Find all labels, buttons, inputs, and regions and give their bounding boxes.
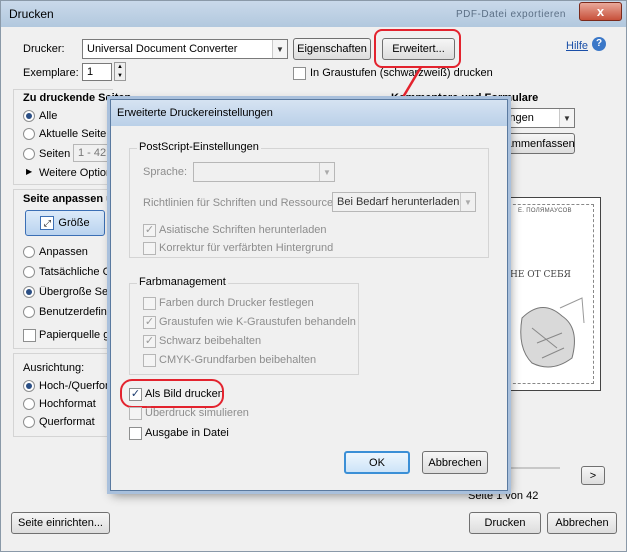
keep-black-label: Schwarz beibehalten: [159, 335, 262, 347]
pages-all-radio[interactable]: [23, 110, 35, 122]
copies-label: Exemplare:: [23, 67, 79, 79]
dialog-title: Erweiterte Druckereinstellungen: [117, 107, 273, 119]
size-button[interactable]: ⤢ Größe: [25, 210, 105, 236]
preview-illustration: [520, 297, 585, 368]
chevron-down-icon: ▼: [559, 109, 574, 127]
chevron-down-icon: ▼: [460, 193, 475, 211]
custom-scale-label: Benutzerdefinierter Maßstab: [39, 306, 109, 318]
landscape-radio[interactable]: [23, 416, 35, 428]
chevron-down-icon: ▼: [319, 163, 334, 181]
landscape-label: Querformat: [39, 416, 95, 428]
custom-scale-radio[interactable]: [23, 306, 35, 318]
postscript-title: PostScript-Einstellungen: [137, 141, 261, 153]
auto-orientation-label: Hoch-/Querformat automatisch: [39, 380, 109, 392]
page-preview: Е. ПОЛЯМАУСОВ НЕ ОТ СЕБЯ: [501, 197, 601, 391]
font-policy-select[interactable]: Bei Bedarf herunterladen ▼: [332, 192, 476, 212]
printer-select-value: Universal Document Converter: [87, 43, 238, 55]
language-select[interactable]: ▼: [193, 162, 335, 182]
portrait-label: Hochformat: [39, 398, 96, 410]
print-button[interactable]: Drucken: [469, 512, 541, 534]
asian-fonts-label: Asiatische Schriften herunterladen: [159, 224, 327, 236]
next-page-button[interactable]: >: [581, 466, 605, 485]
printer-colors-checkbox[interactable]: [143, 297, 156, 310]
help-link[interactable]: Hilfe: [566, 40, 588, 52]
advanced-settings-dialog: Erweiterte Druckereinstellungen PostScri…: [110, 99, 508, 491]
close-button[interactable]: x: [579, 2, 622, 21]
pages-range-label: Seiten: [39, 148, 71, 160]
grayscale-checkbox[interactable]: [293, 67, 306, 80]
ok-button[interactable]: OK: [344, 451, 410, 474]
print-to-file-checkbox[interactable]: [129, 427, 142, 440]
keep-cmyk-label: CMYK-Grundfarben beibehalten: [159, 354, 317, 366]
properties-button[interactable]: Eigenschaften: [293, 38, 371, 60]
printer-select[interactable]: Universal Document Converter ▼: [82, 39, 288, 59]
help-icon[interactable]: ?: [592, 37, 606, 51]
background-correction-label: Korrektur für verfärbten Hintergrund: [159, 242, 334, 254]
pages-range-radio[interactable]: [23, 148, 35, 160]
simulate-overprint-label: Überdruck simulieren: [145, 407, 249, 419]
keep-cmyk-checkbox[interactable]: [143, 354, 156, 367]
pages-current-radio[interactable]: [23, 128, 35, 140]
page-setup-button[interactable]: Seite einrichten...: [11, 512, 110, 534]
shrink-radio[interactable]: [23, 286, 35, 298]
asian-fonts-checkbox[interactable]: ✓: [143, 224, 156, 237]
simulate-overprint-checkbox[interactable]: [129, 407, 142, 420]
print-window: Drucken PDF-Datei exportieren x Drucker:…: [0, 0, 627, 552]
window-title: Drucken: [9, 7, 54, 21]
expand-arrow-icon[interactable]: ▶: [26, 167, 32, 176]
portrait-radio[interactable]: [23, 398, 35, 410]
title-bar: Drucken PDF-Datei exportieren x: [1, 1, 626, 27]
dialog-cancel-button[interactable]: Abbrechen: [422, 451, 488, 474]
grayscale-k-label: Graustufen wie K-Graustufen behandeln: [159, 316, 356, 328]
actual-size-label: Tatsächliche Größe: [39, 266, 109, 278]
dialog-title-bar: Erweiterte Druckereinstellungen: [111, 100, 507, 126]
actual-size-radio[interactable]: [23, 266, 35, 278]
size-page-icon: ⤢: [40, 216, 55, 230]
page-range-input[interactable]: 1 - 42: [73, 144, 111, 162]
shrink-label: Übergroße Seiten verkleinern: [39, 286, 109, 298]
copies-input[interactable]: 1: [82, 63, 112, 81]
keep-black-checkbox[interactable]: ✓: [143, 335, 156, 348]
grayscale-k-checkbox[interactable]: ✓: [143, 316, 156, 329]
background-correction-checkbox[interactable]: [143, 242, 156, 255]
background-window-title: PDF-Datei exportieren: [456, 9, 566, 20]
copies-stepper[interactable]: ▲ ▼: [114, 62, 126, 81]
fit-label: Anpassen: [39, 246, 88, 258]
sizing-title: Seite anpassen und Optionen: [23, 193, 109, 205]
cancel-button[interactable]: Abbrechen: [547, 512, 617, 534]
page-status: Seite 1 von 42: [468, 490, 539, 502]
pages-current-label: Aktuelle Seite: [39, 128, 107, 140]
printer-label: Drucker:: [23, 43, 65, 55]
color-management-title: Farbmanagement: [137, 276, 228, 288]
printer-colors-label: Farben durch Drucker festlegen: [159, 297, 314, 309]
paper-source-checkbox[interactable]: [23, 329, 36, 342]
fit-radio[interactable]: [23, 246, 35, 258]
chevron-down-icon: ▼: [272, 40, 287, 58]
orientation-title: Ausrichtung:: [23, 362, 85, 374]
language-label: Sprache:: [143, 166, 188, 178]
more-options-label[interactable]: Weitere Optionen: [39, 167, 110, 179]
auto-orientation-radio[interactable]: [23, 380, 35, 392]
pages-all-label: Alle: [39, 110, 58, 122]
paper-source-label: Papierquelle gemäß PDF-Seitengröße auswä…: [39, 329, 109, 341]
print-to-file-label: Ausgabe in Datei: [145, 427, 229, 439]
print-as-image-highlight: [120, 379, 224, 408]
font-policy-label: Richtlinien für Schriften und Ressourcen…: [143, 197, 343, 209]
